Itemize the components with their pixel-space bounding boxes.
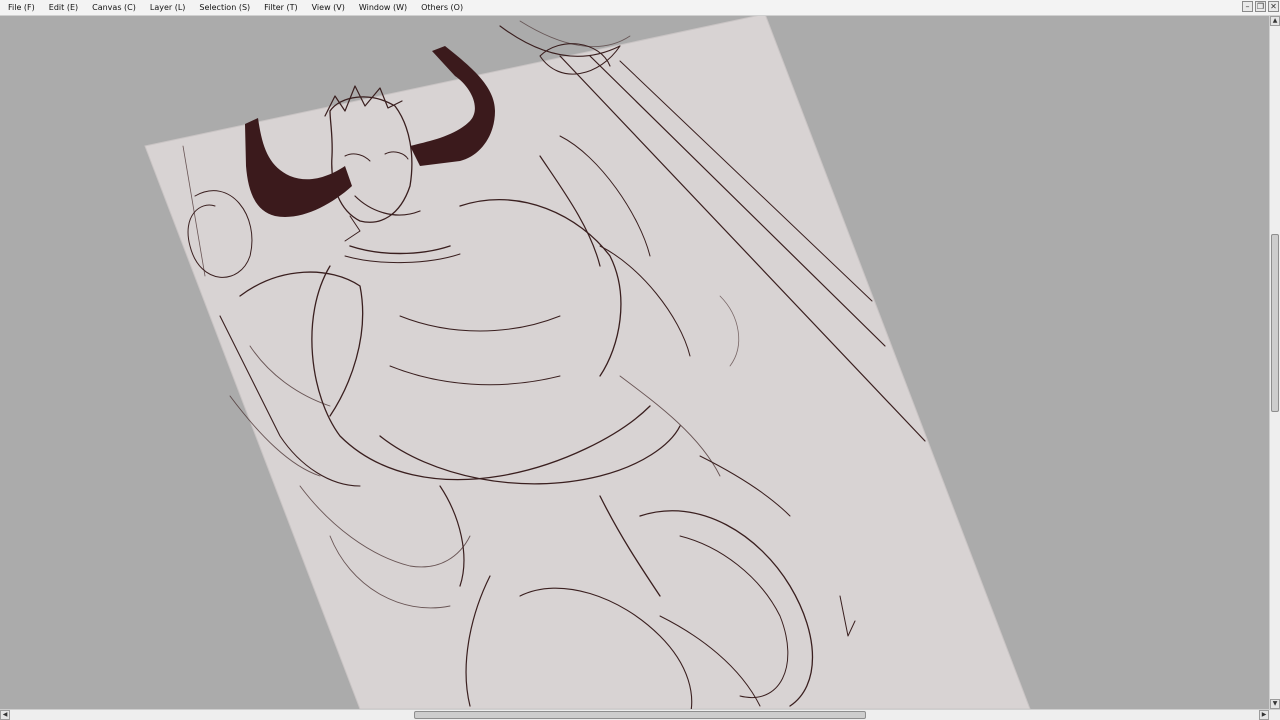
menu-filter[interactable]: Filter (T) <box>257 0 304 16</box>
vertical-scrollbar[interactable]: ▲ ▼ <box>1269 16 1280 709</box>
minimize-icon: – <box>1245 1 1250 11</box>
canvas-artwork <box>144 16 1031 709</box>
scroll-up-button[interactable]: ▲ <box>1270 16 1280 26</box>
menu-file[interactable]: File (F) <box>0 0 42 16</box>
scroll-left-button[interactable]: ◀ <box>0 710 10 720</box>
menu-window[interactable]: Window (W) <box>352 0 414 16</box>
scroll-right-button[interactable]: ▶ <box>1259 710 1269 720</box>
scroll-down-button[interactable]: ▼ <box>1270 699 1280 709</box>
canvas-viewport[interactable] <box>0 16 1269 709</box>
vertical-scroll-thumb[interactable] <box>1271 234 1279 412</box>
menu-layer[interactable]: Layer (L) <box>143 0 193 16</box>
close-icon: ✕ <box>1270 1 1277 11</box>
canvas-paper <box>144 16 1031 709</box>
menu-edit[interactable]: Edit (E) <box>42 0 85 16</box>
menu-bar: File (F) Edit (E) Canvas (C) Layer (L) S… <box>0 0 1280 16</box>
restore-button[interactable]: ❐ <box>1255 1 1266 12</box>
arrow-right-icon: ▶ <box>1261 711 1267 718</box>
menu-others[interactable]: Others (O) <box>414 0 470 16</box>
close-button[interactable]: ✕ <box>1268 1 1279 12</box>
menu-canvas[interactable]: Canvas (C) <box>85 0 143 16</box>
menu-view[interactable]: View (V) <box>305 0 352 16</box>
arrow-up-icon: ▲ <box>1272 17 1278 24</box>
horizontal-scrollbar[interactable]: ◀ ▶ <box>0 709 1280 720</box>
window-controls: – ❐ ✕ <box>1242 1 1279 12</box>
restore-icon: ❐ <box>1256 1 1265 11</box>
arrow-left-icon: ◀ <box>2 711 8 718</box>
menu-selection[interactable]: Selection (S) <box>192 0 257 16</box>
minimize-button[interactable]: – <box>1242 1 1253 12</box>
horizontal-scroll-thumb[interactable] <box>414 711 866 719</box>
arrow-down-icon: ▼ <box>1272 700 1278 707</box>
